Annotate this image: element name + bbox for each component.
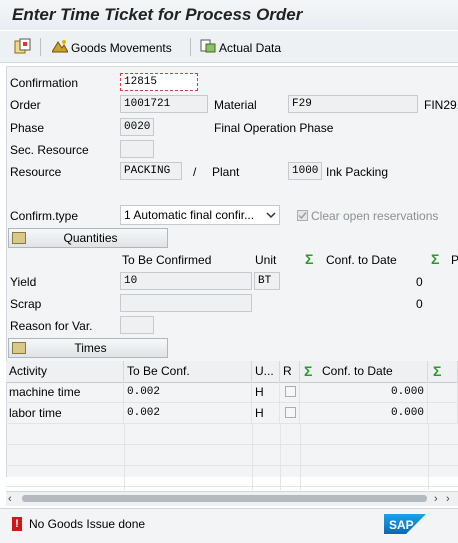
conf-to-date-header: Conf. to Date <box>326 253 397 267</box>
application-toolbar: Goods Movements Actual Data <box>0 31 458 63</box>
phase-label: Phase <box>10 121 45 135</box>
quantities-label: Quantities <box>63 231 118 245</box>
goods-movements-label: Goods Movements <box>71 40 172 55</box>
scroll-right-icon[interactable]: › <box>446 493 450 505</box>
material-description: FIN29, <box>424 98 458 112</box>
folder-icon <box>12 342 26 354</box>
error-icon: ! <box>12 517 22 531</box>
toolbar-separator <box>190 38 191 56</box>
to-be-confirmed-header: To Be Confirmed <box>122 253 212 267</box>
quantities-toggle-button[interactable]: Quantities <box>8 228 168 248</box>
unit-column-header[interactable]: U... <box>252 361 280 382</box>
to-be-conf-column-header[interactable]: To Be Conf. <box>124 361 252 382</box>
reason-field[interactable] <box>120 316 154 334</box>
times-toggle-button[interactable]: Times <box>8 338 168 358</box>
sec-resource-field[interactable] <box>120 140 154 158</box>
resource-plant-separator: / <box>193 165 197 179</box>
actual-data-label: Actual Data <box>219 40 282 55</box>
plant-label: Plant <box>212 165 240 179</box>
confirm-type-value: 1 Automatic final confir... <box>124 208 255 222</box>
status-bar: ! No Goods Issue done SAP <box>0 508 458 543</box>
p-header: P <box>451 253 458 267</box>
page-title: Enter Time Ticket for Process Order <box>12 5 303 24</box>
sum-icon[interactable]: Σ <box>304 361 312 381</box>
sap-logo: SAP <box>384 514 426 534</box>
folder-icon <box>12 232 26 244</box>
times-label: Times <box>74 341 107 355</box>
mountain-icon <box>51 39 69 56</box>
scroll-right-icon[interactable]: › <box>434 493 438 505</box>
yield-conf-to-date: 0 <box>416 275 423 289</box>
plant-description: Ink Packing <box>326 165 389 179</box>
resource-field[interactable]: PACKING <box>120 162 182 180</box>
scrap-label: Scrap <box>10 297 42 311</box>
resource-label: Resource <box>10 165 62 179</box>
actual-data-icon <box>200 39 216 56</box>
clear-reservations-label: Clear open reservations <box>311 209 439 223</box>
table-row-unit[interactable]: H <box>252 403 280 424</box>
table-row-to-be-conf[interactable]: 0.002 <box>124 403 252 424</box>
material-label: Material <box>214 98 257 112</box>
horizontal-scrollbar[interactable]: ‹ › › <box>6 491 458 506</box>
table-row-activity[interactable]: machine time <box>6 382 124 403</box>
table-row-unit[interactable]: H <box>252 382 280 403</box>
sum-icon[interactable]: Σ <box>305 251 313 267</box>
conf-to-date-column-label: Conf. to Date <box>322 364 393 378</box>
scrap-conf-to-date: 0 <box>416 297 423 311</box>
toolbar-separator <box>40 38 41 56</box>
table-row-extra <box>428 382 458 403</box>
order-field[interactable]: 1001721 <box>120 95 208 113</box>
scroll-left-icon[interactable]: ‹ <box>8 493 12 505</box>
activity-column-header[interactable]: Activity <box>6 361 124 382</box>
svg-text:SAP: SAP <box>389 518 414 532</box>
table-row-activity[interactable]: labor time <box>6 403 124 424</box>
row-checkbox[interactable] <box>285 407 296 418</box>
yield-label: Yield <box>10 275 37 289</box>
scrollbar-thumb[interactable] <box>22 495 427 502</box>
table-row-r <box>280 382 300 403</box>
yield-unit-field[interactable]: BT <box>254 272 280 290</box>
plant-field[interactable]: 1000 <box>288 162 322 180</box>
r-column-header[interactable]: R <box>280 361 300 382</box>
yield-input[interactable]: 10 <box>120 272 252 290</box>
table-row-r <box>280 403 300 424</box>
row-checkbox[interactable] <box>285 386 296 397</box>
chevron-down-icon[interactable] <box>265 209 277 219</box>
confirmation-input[interactable]: 12815 <box>120 73 198 91</box>
extra-column-header[interactable]: Σ <box>428 361 458 382</box>
table-row-extra <box>428 403 458 424</box>
confirm-type-select[interactable]: 1 Automatic final confir... <box>120 205 280 225</box>
confirm-type-label: Confirm.type <box>10 209 79 223</box>
sec-resource-label: Sec. Resource <box>10 143 89 157</box>
conf-to-date-column-header[interactable]: Σ Conf. to Date <box>300 361 428 382</box>
reason-label: Reason for Var. <box>10 319 93 333</box>
status-message[interactable]: No Goods Issue done <box>29 517 145 531</box>
order-label: Order <box>10 98 41 112</box>
sum-icon[interactable]: Σ <box>433 361 441 381</box>
phase-field[interactable]: 0020 <box>120 118 154 136</box>
scrap-input[interactable] <box>120 294 252 312</box>
sum-icon[interactable]: Σ <box>431 251 439 267</box>
title-bar: Enter Time Ticket for Process Order <box>0 0 458 30</box>
empty-table-rows <box>6 424 458 490</box>
clear-reservations-checkbox[interactable] <box>297 210 308 221</box>
confirmation-label: Confirmation <box>10 76 79 90</box>
actual-data-button[interactable]: Actual Data <box>200 39 281 56</box>
table-row-conf-to-date: 0.000 <box>300 382 428 403</box>
create-document-icon[interactable] <box>14 38 32 54</box>
phase-description: Final Operation Phase <box>214 121 334 135</box>
material-field[interactable]: F29 <box>288 95 418 113</box>
unit-header: Unit <box>255 253 277 267</box>
goods-movements-button[interactable]: Goods Movements <box>51 39 172 56</box>
table-row-to-be-conf[interactable]: 0.002 <box>124 382 252 403</box>
table-row-conf-to-date: 0.000 <box>300 403 428 424</box>
